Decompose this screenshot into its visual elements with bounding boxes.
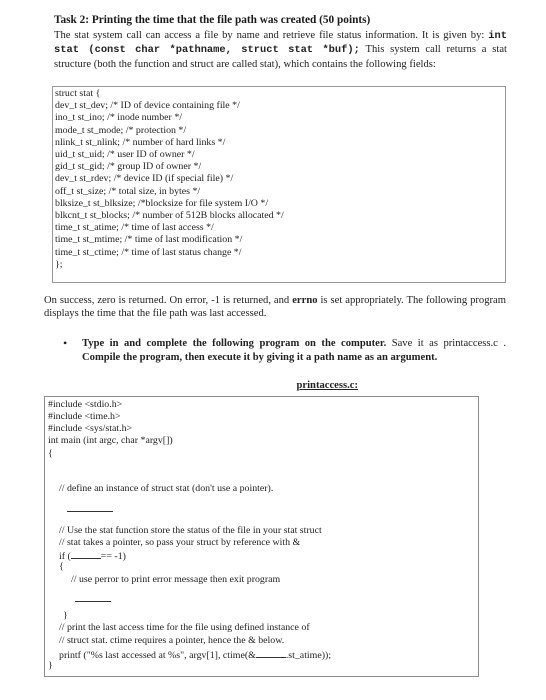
code-line: #include <time.h> bbox=[48, 411, 121, 422]
struct-line: dev_t st_rdev; /* device ID (if special … bbox=[55, 173, 234, 185]
intro-paragraph: The stat system call can access a file b… bbox=[54, 29, 507, 71]
printf-tail: .st_atime)); bbox=[285, 650, 332, 661]
code-comment: // stat takes a pointer, so pass your st… bbox=[59, 537, 301, 548]
task-title: Task 2: Printing the time that the file … bbox=[54, 14, 371, 26]
instruction-bold-1: Type in and complete the following progr… bbox=[82, 338, 387, 349]
errno-keyword: errno bbox=[292, 295, 318, 306]
if-close: == -1) bbox=[100, 551, 126, 562]
code-comment: // Use the stat function store the statu… bbox=[59, 525, 322, 536]
struct-line: time_t st_atime; /* time of last access … bbox=[55, 222, 214, 234]
instruction-normal: Save it as printaccess.c . bbox=[386, 338, 506, 349]
code-line: #include <stdio.h> bbox=[48, 399, 123, 410]
code-line: int main (int argc, char *argv[]) bbox=[48, 435, 173, 446]
struct-line: off_t st_size; /* total size, in bytes *… bbox=[55, 185, 201, 197]
code-comment: // use perror to print error message the… bbox=[71, 574, 281, 585]
struct-line: ino_t st_ino; /* inode number */ bbox=[55, 112, 182, 124]
return-text-1: On success, zero is returned. On error, … bbox=[44, 295, 293, 306]
struct-line: uid_t st_uid; /* user ID of owner */ bbox=[55, 149, 195, 161]
answer-blank[interactable] bbox=[70, 549, 101, 559]
struct-line: time_t st_ctime; /* time of last status … bbox=[55, 246, 242, 258]
struct-line: blksize_t st_blksize; /*blocksize for fi… bbox=[55, 197, 269, 209]
struct-line: nlink_t st_nlink; /* number of hard link… bbox=[55, 136, 226, 148]
intro-text-1: The stat system call can access a file b… bbox=[54, 30, 485, 41]
code-line: { bbox=[59, 561, 64, 572]
struct-line: struct stat { bbox=[55, 88, 101, 99]
answer-blank[interactable] bbox=[67, 502, 113, 516]
struct-line: time_t st_mtime; /* time of last modific… bbox=[55, 234, 243, 246]
instruction-bold-2: Compile the program, then execute it by … bbox=[82, 351, 438, 363]
code-line: } bbox=[63, 610, 68, 621]
code-line: if (== -1) bbox=[59, 549, 126, 563]
code-line: { bbox=[48, 448, 53, 459]
struct-line: mode_t st_mode; /* protection */ bbox=[55, 124, 187, 136]
answer-blank[interactable] bbox=[255, 648, 286, 658]
code-comment: // print the last access time for the fi… bbox=[59, 622, 310, 633]
printf-call: printf ("%s last accessed at %s", argv[1… bbox=[59, 650, 256, 661]
code-line: #include <sys/stat.h> bbox=[48, 423, 133, 434]
code-listing: #include <stdio.h> #include <time.h> #in… bbox=[44, 396, 479, 677]
struct-stat-definition: struct stat { dev_t st_dev; /* ID of dev… bbox=[52, 86, 506, 283]
struct-line: dev_t st_dev; /* ID of device containing… bbox=[55, 100, 240, 112]
struct-line: }; bbox=[55, 258, 63, 270]
instruction-bullet: Type in and complete the following progr… bbox=[82, 337, 506, 364]
code-filename: printaccess.c: bbox=[296, 380, 358, 391]
code-comment: // struct stat. ctime requires a pointer… bbox=[59, 635, 285, 646]
code-line: printf ("%s last accessed at %s", argv[1… bbox=[59, 648, 331, 662]
struct-line: blkcnt_t st_blocks; /* number of 512B bl… bbox=[55, 210, 284, 222]
bullet-icon: • bbox=[63, 336, 68, 350]
struct-line: gid_t st_gid; /* group ID of owner */ bbox=[55, 161, 202, 173]
return-info-paragraph: On success, zero is returned. On error, … bbox=[44, 294, 506, 321]
code-comment: // define an instance of struct stat (do… bbox=[59, 483, 274, 494]
answer-blank[interactable] bbox=[75, 592, 111, 606]
code-line: } bbox=[48, 660, 53, 671]
